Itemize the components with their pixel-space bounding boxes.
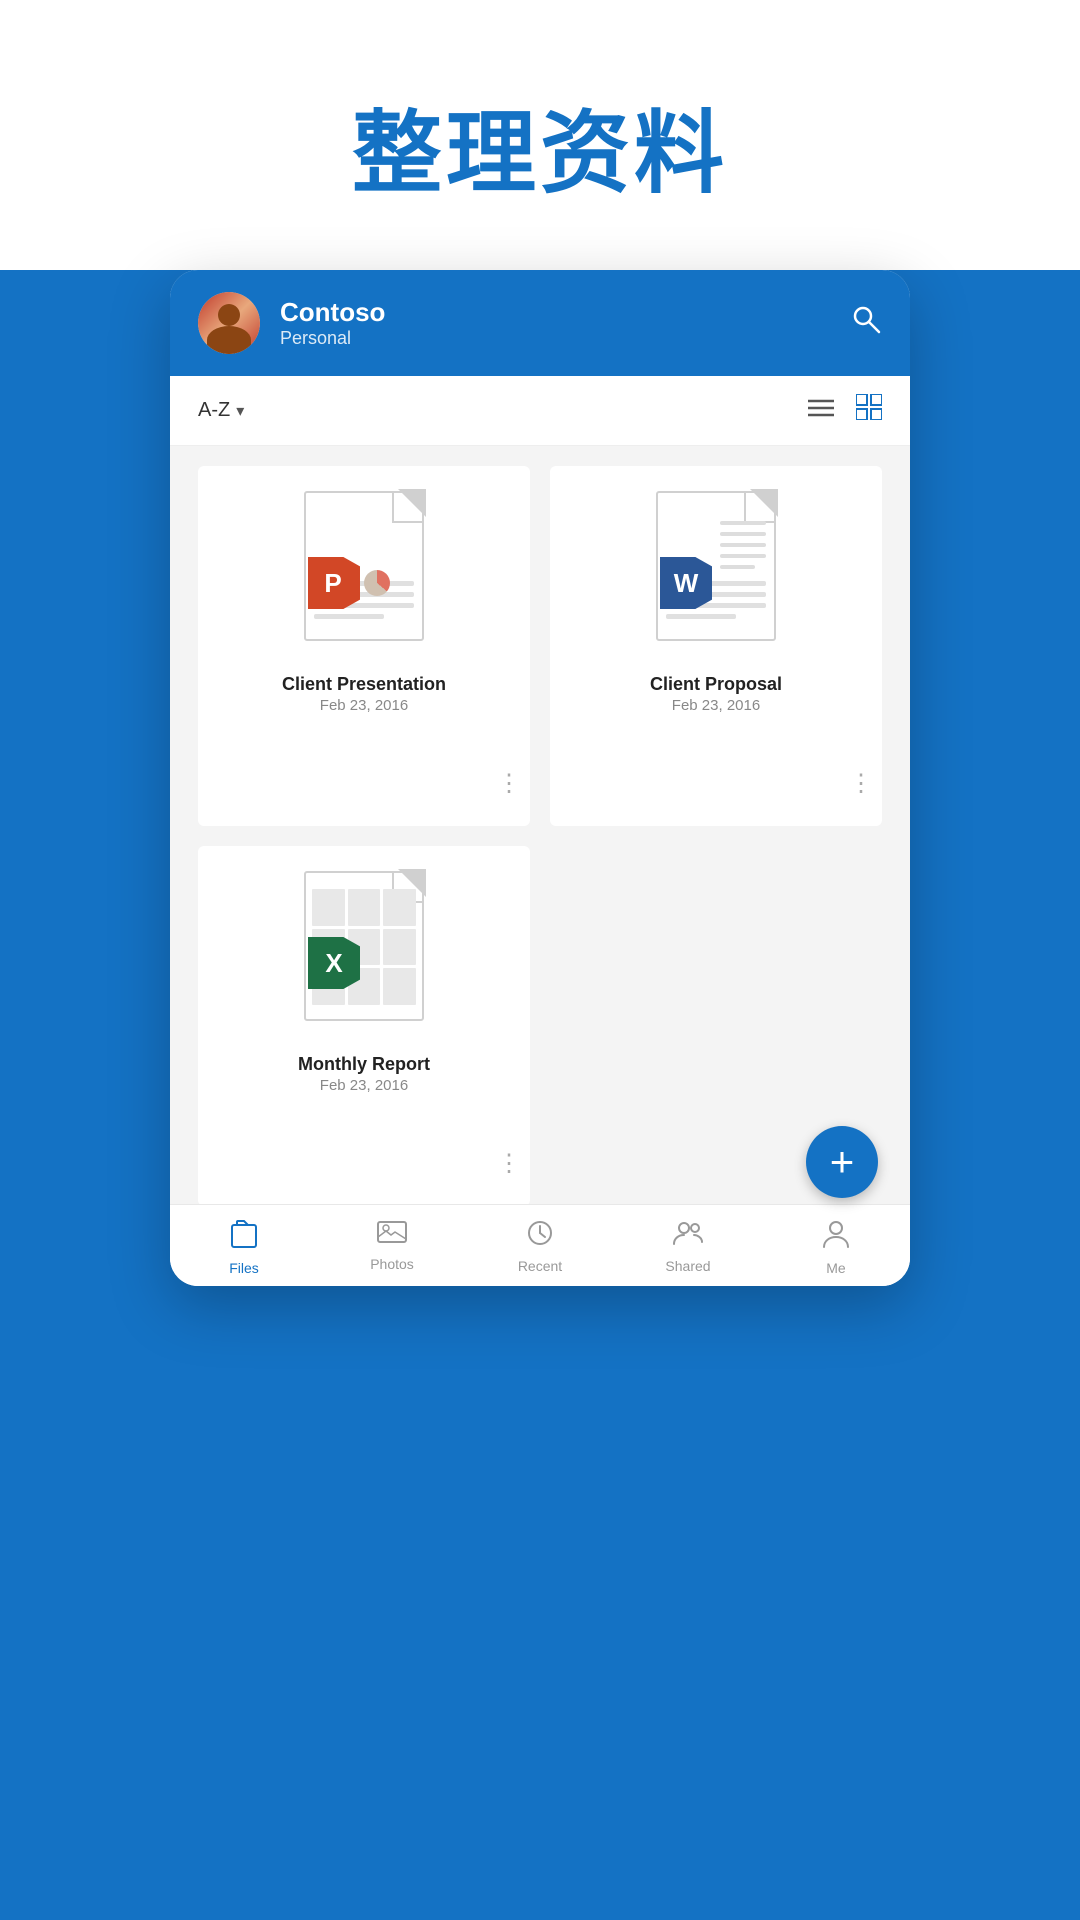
me-icon [822,1219,850,1256]
photos-icon [377,1219,407,1252]
account-name: Contoso [280,297,850,328]
file-more-word[interactable]: ⋮ [849,772,872,796]
file-card-ppt[interactable]: P Client Presentation Feb 23, 2016 ⋮ [198,466,530,826]
list-view-button[interactable] [808,397,834,425]
header-text: Contoso Personal [280,297,850,349]
sort-button[interactable]: A-Z ▾ [198,399,244,422]
file-more-ppt[interactable]: ⋮ [497,772,520,796]
file-date-ppt: Feb 23, 2016 [198,697,530,714]
sort-label: A-Z [198,399,230,422]
nav-item-me[interactable]: Me [762,1219,910,1276]
file-card-excel[interactable]: X Monthly Report Feb 23, 2016 ⋮ [198,846,530,1206]
fab-add-button[interactable]: + [806,1126,878,1198]
chevron-down-icon: ▾ [236,401,244,421]
nav-item-files[interactable]: Files [170,1219,318,1276]
grid-view-button[interactable] [856,394,882,427]
toolbar: A-Z ▾ [170,376,910,446]
file-more-excel[interactable]: ⋮ [497,1152,520,1176]
nav-label-recent: Recent [518,1258,562,1274]
file-name-word: Client Proposal [550,666,882,697]
app-header: Contoso Personal [170,270,910,376]
file-date-word: Feb 23, 2016 [550,697,882,714]
nav-label-files: Files [229,1260,259,1276]
fab-icon: + [830,1141,855,1183]
recent-icon [526,1219,554,1254]
nav-label-photos: Photos [370,1256,414,1272]
file-card-word[interactable]: W Client Proposal Feb [550,466,882,826]
nav-label-me: Me [826,1260,845,1276]
file-name-ppt: Client Presentation [198,666,530,697]
search-button[interactable] [850,303,882,343]
bottom-nav: Files Photos [170,1204,910,1286]
page-title: 整理资料 [352,80,728,210]
shared-icon [672,1219,704,1254]
nav-label-shared: Shared [665,1258,710,1274]
nav-item-shared[interactable]: Shared [614,1219,762,1276]
phone-card: Contoso Personal A-Z ▾ [170,270,910,1286]
files-icon [230,1219,258,1256]
avatar [198,292,260,354]
account-type: Personal [280,328,850,349]
nav-item-recent[interactable]: Recent [466,1219,614,1276]
file-date-excel: Feb 23, 2016 [198,1077,530,1094]
file-name-excel: Monthly Report [198,1046,530,1077]
file-grid: P Client Presentation Feb 23, 2016 ⋮ [170,446,910,1286]
nav-item-photos[interactable]: Photos [318,1219,466,1276]
